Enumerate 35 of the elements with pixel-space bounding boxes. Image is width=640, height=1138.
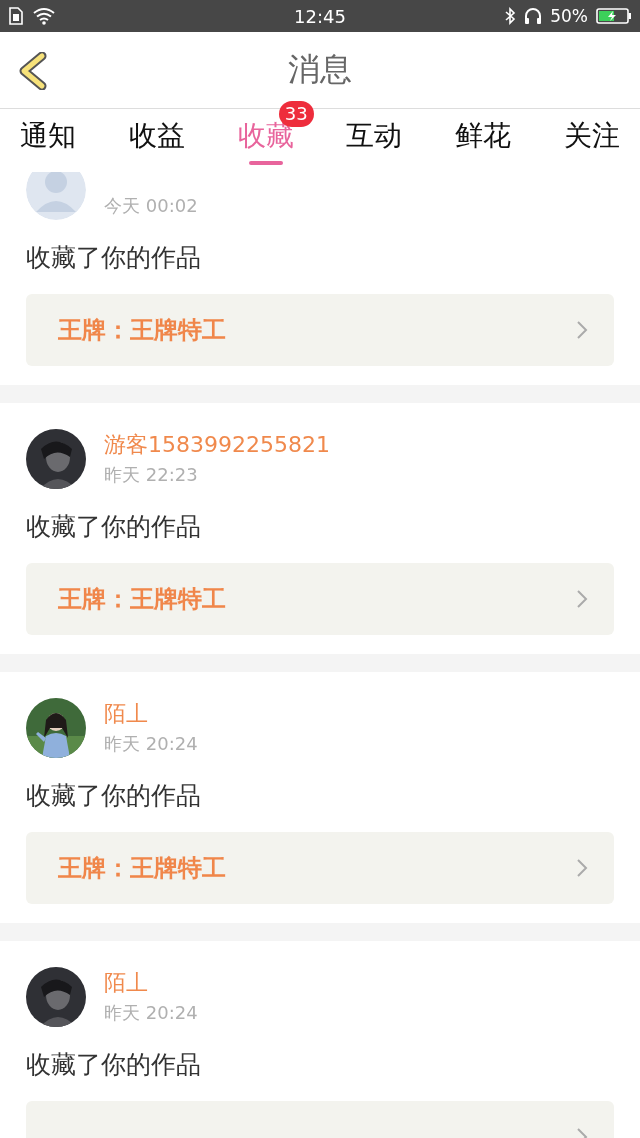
- wifi-icon: [32, 7, 56, 25]
- message-time: 今天 00:02: [104, 194, 198, 218]
- tab[interactable]: 鲜花: [445, 109, 522, 172]
- tab[interactable]: 通知: [10, 109, 86, 172]
- tab[interactable]: 收益: [118, 109, 195, 172]
- tab[interactable]: 关注: [554, 109, 630, 172]
- user-name[interactable]: 游客1583992255821: [104, 431, 330, 459]
- message-time: 昨天 20:24: [104, 1001, 198, 1025]
- message-time: 昨天 22:23: [104, 463, 199, 487]
- avatar-placeholder-icon: [26, 172, 86, 220]
- message-text: 收藏了你的作品: [26, 511, 202, 543]
- user-name[interactable]: 陌丄: [104, 969, 198, 997]
- tab[interactable]: 互动: [336, 109, 413, 172]
- work-card[interactable]: 王牌：王牌特工: [26, 832, 614, 904]
- message-text: 收藏了你的作品: [26, 1049, 202, 1081]
- headphones-icon: [524, 7, 543, 25]
- message-time: 昨天 20:24: [104, 732, 198, 756]
- chevron-right-icon: [576, 320, 588, 340]
- battery-icon: [596, 7, 632, 25]
- status-time: 12:45: [294, 5, 346, 27]
- work-title: 王牌：王牌特工: [58, 853, 226, 884]
- message-text: 收藏了你的作品: [26, 780, 202, 812]
- work-title: 王牌：王牌特工: [58, 584, 226, 615]
- chevron-right-icon: [576, 858, 588, 878]
- work-title: 王牌：王牌特工: [58, 315, 226, 346]
- work-card[interactable]: 王牌：王牌特工: [26, 563, 614, 635]
- message-text: 收藏了你的作品: [26, 242, 202, 274]
- user-name[interactable]: 陌丄: [104, 700, 198, 728]
- bluetooth-icon: [504, 7, 517, 25]
- sim-icon: [8, 7, 24, 25]
- battery-percent: 50%: [550, 6, 588, 26]
- page-title: 消息: [288, 49, 352, 90]
- chevron-right-icon: [576, 589, 588, 609]
- back-button[interactable]: [18, 52, 48, 90]
- work-card[interactable]: 王牌：王牌特工: [26, 294, 614, 366]
